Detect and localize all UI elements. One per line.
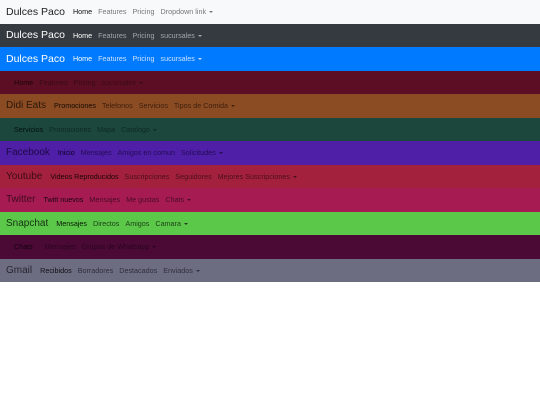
nav-link[interactable]: Features (98, 31, 126, 40)
nav-link[interactable]: Directos (93, 219, 119, 228)
dropdown-label: Solicitudes (181, 148, 216, 158)
nav-link[interactable]: Servicios (139, 101, 168, 110)
navbar-brand[interactable]: Gmail (6, 265, 32, 276)
nav-link[interactable]: Mensajes (81, 148, 112, 157)
nav-link[interactable]: Telefonos (102, 101, 133, 110)
caret-down-icon (187, 199, 192, 202)
nav-dropdown-toggle[interactable]: Camara (155, 219, 188, 228)
nav-dropdown-toggle[interactable]: Chats (165, 195, 192, 205)
nav-dropdown-toggle[interactable]: sucursales (102, 78, 143, 87)
caret-down-icon (231, 105, 235, 108)
navbar-brand[interactable]: Snapchat (6, 218, 48, 229)
dropdown-label: sucursales (160, 54, 195, 64)
nav-link-active[interactable]: Inicio (58, 148, 75, 157)
nav-link[interactable]: Promociones (49, 125, 91, 134)
navbar-11: Gmail Recibidos Borradores Destacados Enviad… (0, 258, 540, 282)
nav-link-active[interactable]: Mensajes (56, 219, 87, 228)
caret-down-icon (218, 152, 223, 155)
nav-link-active[interactable]: Home (14, 78, 33, 87)
nav-link-active[interactable]: Home (73, 54, 92, 63)
nav-link[interactable]: Features (98, 54, 126, 63)
nav-link-active[interactable]: Recibidos (40, 266, 72, 275)
nav-dropdown-toggle[interactable]: sucursales (161, 31, 202, 40)
nav-dropdown-toggle[interactable]: sucursales (161, 54, 202, 63)
navbar-brand[interactable]: Dulces Paco (6, 6, 65, 18)
nav-link[interactable]: Borradores (78, 266, 114, 275)
nav-link-active[interactable]: Twitt nuevos (43, 195, 83, 204)
nav-dropdown-toggle[interactable]: Catalogo (121, 125, 157, 134)
navbar-brand[interactable]: Dulces Paco (6, 29, 65, 41)
navbar-5: Servicios Promociones Mapa Catalogo (0, 117, 540, 141)
navbar-brand[interactable]: Dulces Paco (6, 53, 65, 65)
dropdown-label: Catalogo (121, 124, 150, 134)
navbar-2: Dulces Paco Home Features Pricing sucursales (0, 47, 540, 71)
nav-link[interactable]: Pricing (133, 7, 155, 16)
nav-dropdown-toggle[interactable]: Tipos de Comida (174, 101, 235, 110)
nav-dropdown-toggle[interactable]: Mejores Suscripciones (218, 172, 297, 181)
caret-down-icon (183, 222, 188, 225)
navbar-3: Home Features Pricing sucursales (0, 70, 540, 94)
nav-dropdown-toggle[interactable]: Dropdown link (161, 7, 214, 16)
navbar-brand[interactable]: Didi Eats (6, 100, 46, 111)
nav-link[interactable]: Amigos en comun (117, 148, 175, 157)
navbar-brand[interactable]: Twitter (6, 194, 35, 205)
navbar-9: Snapchat Mensajes Directos Amigos Camara (0, 211, 540, 235)
navbar-7: Youtube Videos Reproducidos Suscripciones S… (0, 164, 540, 188)
nav-link[interactable]: Pricing (133, 31, 155, 40)
nav-link[interactable]: Amigos (125, 219, 149, 228)
caret-down-icon (138, 81, 143, 84)
nav-dropdown-toggle[interactable]: Solicitudes (181, 148, 223, 157)
nav-link-active[interactable]: Home (73, 31, 92, 40)
dropdown-label: Camara (155, 218, 181, 228)
dropdown-label: Enviados (163, 265, 193, 275)
navbar-brand[interactable]: Facebook (6, 147, 50, 158)
navbar-1: Dulces Paco Home Features Pricing sucursales (0, 23, 540, 47)
nav-link-active[interactable]: Chats (14, 242, 33, 251)
nav-link[interactable]: Suscripciones (125, 172, 170, 181)
dropdown-label: Dropdown link (160, 7, 207, 17)
navbar-10: Chats Mensajes Grupos de Whatsapp (0, 235, 540, 259)
dropdown-label: Mejores Suscripciones (217, 171, 290, 181)
nav-link[interactable]: Mensajes (45, 242, 76, 251)
navbar-8: Twitter Twitt nuevos Mensajes Me gustas Chat… (0, 188, 540, 212)
nav-link-active[interactable]: Videos Reproducidos (50, 172, 118, 181)
navbar-brand[interactable]: Youtube (6, 171, 42, 182)
nav-link[interactable]: Pricing (74, 78, 96, 87)
nav-link[interactable]: Features (39, 78, 67, 87)
navbar-0: Dulces Paco Home Features Pricing Dropdown l… (0, 0, 540, 24)
caret-down-icon (197, 34, 202, 37)
nav-link[interactable]: Mapa (97, 125, 115, 134)
dropdown-label: sucursales (160, 30, 195, 40)
navbar-6: Facebook Inicio Mensajes Amigos en comun Sol… (0, 141, 540, 165)
nav-link[interactable]: Me gustas (126, 195, 159, 204)
dropdown-label: sucursales (101, 77, 136, 87)
nav-link[interactable]: Seguidores (175, 172, 211, 181)
nav-link[interactable]: Destacados (119, 266, 157, 275)
nav-dropdown-toggle[interactable]: Enviados (163, 266, 200, 275)
navbar-4: Didi Eats Promociones Telefonos Servicios Ti… (0, 94, 540, 118)
caret-down-icon (152, 128, 157, 131)
caret-down-icon (197, 58, 202, 61)
nav-link-active[interactable]: Servicios (14, 125, 43, 134)
nav-link-active[interactable]: Promociones (54, 101, 96, 110)
caret-down-icon (209, 11, 214, 14)
caret-down-icon (292, 175, 297, 178)
navbar-stack: Dulces Paco Home Features Pricing Dropdown l… (0, 0, 540, 282)
caret-down-icon (195, 269, 200, 272)
nav-dropdown-toggle[interactable]: Grupos de Whatsapp (82, 242, 157, 251)
nav-link-active[interactable]: Home (73, 7, 92, 16)
nav-link[interactable]: Features (98, 7, 126, 16)
caret-down-icon (152, 246, 157, 249)
dropdown-label: Chats (165, 195, 185, 205)
dropdown-label: Grupos de Whatsapp (81, 242, 150, 252)
nav-link[interactable]: Pricing (133, 54, 155, 63)
nav-link[interactable]: Mensajes (89, 195, 120, 204)
dropdown-label: Tipos de Comida (173, 101, 228, 111)
